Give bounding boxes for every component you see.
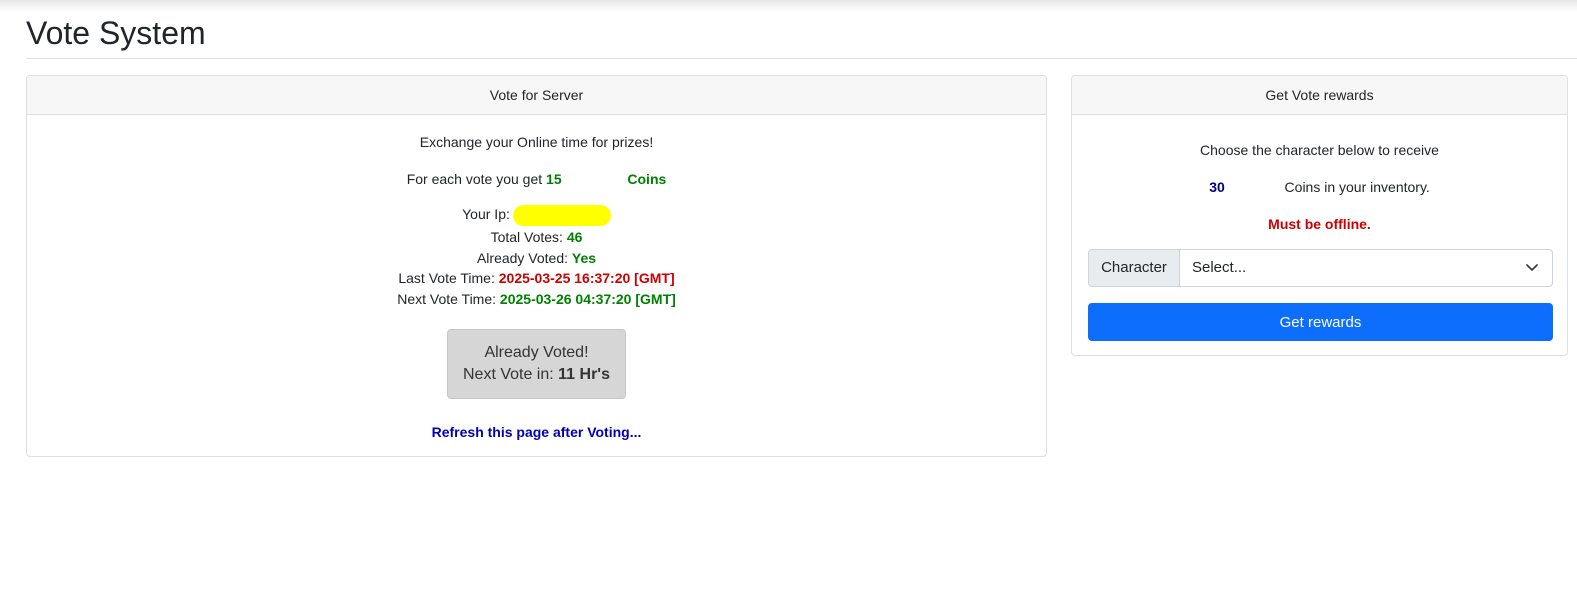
character-label: Character — [1088, 249, 1180, 287]
vote-card-header: Vote for Server — [27, 76, 1046, 115]
last-vote-value: 2025-03-25 16:37:20 [GMT] — [498, 270, 675, 286]
next-vote-value: 2025-03-26 04:37:20 [GMT] — [499, 291, 676, 307]
ip-label: Your Ip: — [462, 206, 510, 223]
last-vote-line: Last Vote Time: 2025-03-25 16:37:20 [GMT… — [27, 270, 1046, 286]
total-votes-label: Total Votes: — [490, 229, 563, 245]
get-rewards-button[interactable]: Get rewards — [1088, 303, 1553, 341]
reward-card-header: Get Vote rewards — [1072, 76, 1567, 115]
already-voted-button[interactable]: Already Voted! Next Vote in: 11 Hr's — [447, 329, 626, 399]
per-vote-amount: 15 — [546, 171, 562, 187]
reward-coins-line: 30 Coins in your inventory. — [1072, 179, 1567, 195]
title-divider — [26, 58, 1577, 59]
already-voted-line: Already Voted: Yes — [27, 250, 1046, 266]
already-voted-button-line1: Already Voted! — [484, 344, 589, 361]
per-vote-prefix: For each vote you get — [406, 171, 543, 187]
per-vote-line: For each vote you get 15 Coins — [27, 171, 1046, 187]
choose-character-text: Choose the character below to receive — [1200, 142, 1439, 158]
refresh-link[interactable]: Refresh this page after Voting... — [27, 424, 1046, 440]
next-vote-label: Next Vote Time: — [397, 291, 497, 307]
reward-coins-amount: 30 — [1209, 179, 1225, 195]
next-vote-in-value: 11 Hr's — [558, 366, 610, 383]
character-select[interactable]: Select... — [1180, 249, 1553, 287]
page-title: Vote System — [26, 15, 206, 51]
next-vote-line: Next Vote Time: 2025-03-26 04:37:20 [GMT… — [27, 291, 1046, 307]
character-select-value: Select... — [1192, 259, 1247, 276]
vote-for-server-card: Vote for Server Exchange your Online tim… — [26, 75, 1047, 457]
ip-redaction-mask — [512, 205, 611, 226]
reward-coins-text: Coins in your inventory. — [1284, 179, 1430, 195]
per-vote-unit: Coins — [627, 171, 667, 187]
character-input-group: Character Select... — [1088, 249, 1553, 287]
exchange-text: Exchange your Online time for prizes! — [419, 134, 654, 150]
next-vote-in-label: Next Vote in: — [462, 366, 554, 383]
already-voted-value: Yes — [571, 250, 597, 266]
last-vote-label: Last Vote Time: — [398, 270, 495, 286]
total-votes-value: 46 — [566, 229, 583, 245]
ip-line: Your Ip: — [27, 205, 1046, 226]
already-voted-label: Already Voted: — [476, 250, 569, 266]
total-votes-line: Total Votes: 46 — [27, 229, 1046, 245]
chevron-down-icon — [1526, 264, 1538, 271]
offline-warning: Must be offline. — [1268, 216, 1371, 232]
browser-top-shadow — [0, 0, 1577, 12]
already-voted-button-line2: Next Vote in: 11 Hr's — [448, 364, 625, 386]
get-vote-rewards-card: Get Vote rewards Choose the character be… — [1071, 75, 1568, 356]
